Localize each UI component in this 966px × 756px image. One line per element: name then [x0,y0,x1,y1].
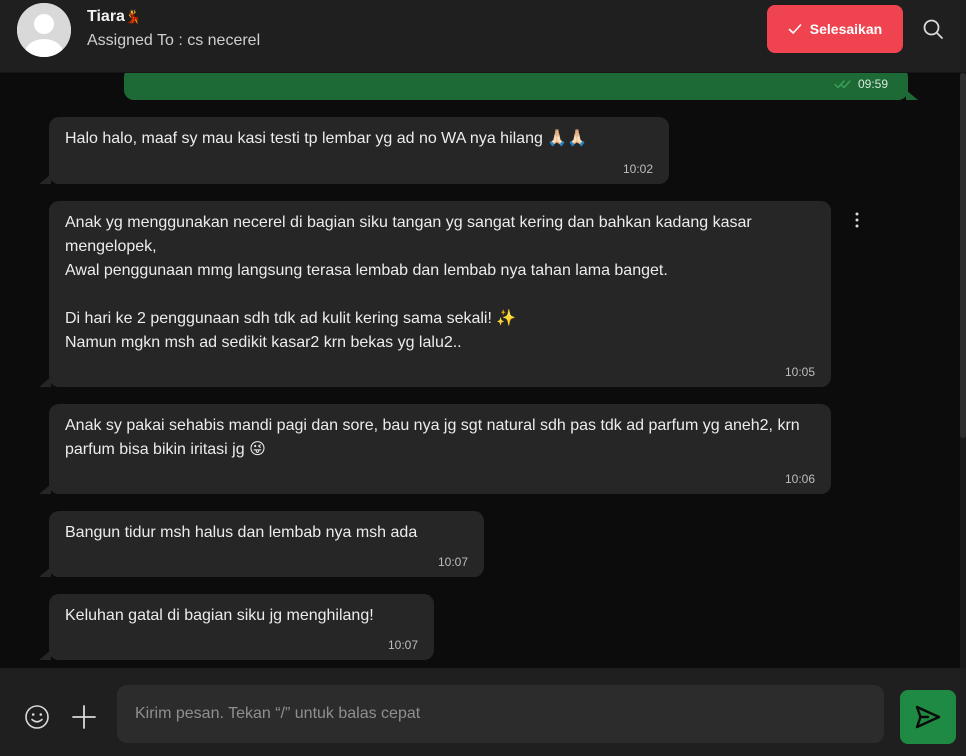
avatar[interactable] [17,3,71,57]
message-meta: 09:59 [834,77,888,91]
assigned-agent: Assigned To : cs necerel [87,32,261,49]
message-text: Bangun tidur msh halus dan lembab nya ms… [65,524,418,541]
message-bubble[interactable]: Bangun tidur msh halus dan lembab nya ms… [39,511,484,577]
message-text: Halo halo, maaf sy mau kasi testi tp lem… [65,130,588,147]
send-icon [915,705,941,729]
search-button[interactable] [920,16,946,42]
contact-name-emoji: 💃 [124,9,142,24]
emoji-icon [25,705,49,729]
finish-button-label: Selesaikan [809,21,883,37]
message-bubble[interactable]: Anak sy pakai sehabis mandi pagi dan sor… [39,404,831,494]
message-input[interactable]: Kirim pesan. Tekan “/” untuk balas cepat [117,685,884,743]
message-bubble-outgoing[interactable]: 09:59 [124,73,918,100]
finish-button[interactable]: Selesaikan [767,5,903,53]
double-check-icon [834,80,851,89]
message-bubble[interactable]: Keluhan gatal di bagian siku jg menghila… [39,594,434,660]
message-list[interactable]: 09:59 Halo halo, maaf sy mau kasi testi … [0,73,966,668]
message-text: Keluhan gatal di bagian siku jg menghila… [65,607,374,624]
message-text: Anak yg menggunakan necerel di bagian si… [65,214,752,351]
avatar-placeholder-icon [17,3,71,57]
check-icon [788,24,802,34]
message-time: 10:06 [784,472,815,486]
scrollbar[interactable] [960,73,966,668]
emoji-button[interactable] [24,704,50,730]
chat-header: Tiara💃 Assigned To : cs necerel Selesaik… [0,0,966,73]
more-vertical-icon [855,212,859,228]
message-time: 10:07 [387,638,418,652]
scrollbar-thumb[interactable] [960,73,966,438]
message-time: 09:59 [857,77,888,91]
attach-button[interactable] [71,704,97,730]
message-time: 10:05 [784,365,815,379]
message-time: 10:02 [622,162,653,176]
message-time: 10:07 [437,555,468,569]
message-bubble[interactable]: Anak yg menggunakan necerel di bagian si… [39,201,831,387]
contact-name-text: Tiara [87,8,125,25]
message-input-placeholder: Kirim pesan. Tekan “/” untuk balas cepat [135,705,421,722]
message-options-button[interactable] [849,211,865,229]
message-composer: Kirim pesan. Tekan “/” untuk balas cepat [0,668,966,756]
message-text: Anak sy pakai sehabis mandi pagi dan sor… [65,417,800,458]
search-icon [923,19,943,39]
contact-name[interactable]: Tiara💃 [87,8,141,26]
plus-icon [72,705,96,729]
send-button[interactable] [900,690,956,744]
message-bubble[interactable]: Halo halo, maaf sy mau kasi testi tp lem… [39,117,669,184]
